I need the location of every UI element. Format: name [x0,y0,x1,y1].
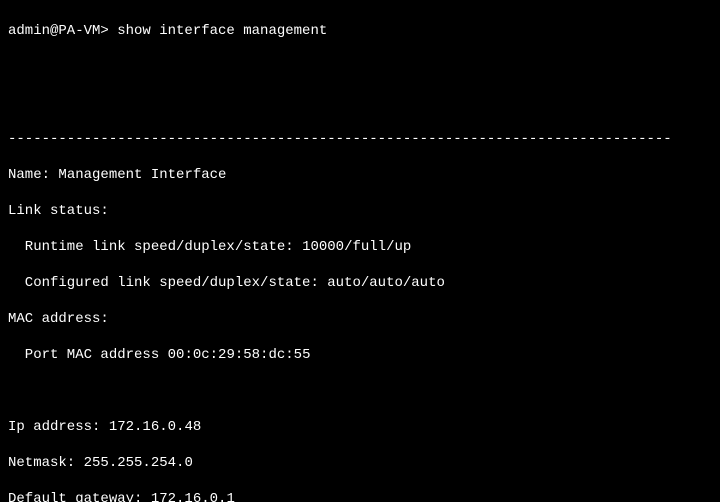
ip-line: Ip address: 172.16.0.48 [8,418,712,436]
ip-value: 172.16.0.48 [109,419,201,435]
netmask-line: Netmask: 255.255.254.0 [8,454,712,472]
ip-label: Ip address: [8,419,109,435]
runtime-line: Runtime link speed/duplex/state: 10000/f… [8,238,712,256]
name-value: Management Interface [58,167,226,183]
prompt-line[interactable]: admin@PA-VM> show interface management [8,22,712,40]
gateway-value: 172.16.0.1 [151,491,235,502]
shell-command: show interface management [117,23,327,39]
netmask-label: Netmask: [8,455,84,471]
name-label: Name: [8,167,58,183]
interface-name-line: Name: Management Interface [8,166,712,184]
terminal-output: admin@PA-VM> show interface management -… [0,0,720,502]
configured-label: Configured link speed/duplex/state: [8,275,327,291]
port-mac-line: Port MAC address 00:0c:29:58:dc:55 [8,346,712,364]
runtime-label: Runtime link speed/duplex/state: [8,239,302,255]
netmask-value: 255.255.254.0 [84,455,193,471]
link-status-label: Link status: [8,202,712,220]
shell-prompt: admin@PA-VM> [8,23,117,39]
configured-line: Configured link speed/duplex/state: auto… [8,274,712,292]
port-mac-value: 00:0c:29:58:dc:55 [168,347,311,363]
gateway-label: Default gateway: [8,491,151,502]
gateway-line: Default gateway: 172.16.0.1 [8,490,712,502]
configured-value: auto/auto/auto [327,275,445,291]
runtime-value: 10000/full/up [302,239,411,255]
port-mac-label: Port MAC address [8,347,168,363]
mac-label: MAC address: [8,310,712,328]
separator: ----------------------------------------… [8,130,712,148]
